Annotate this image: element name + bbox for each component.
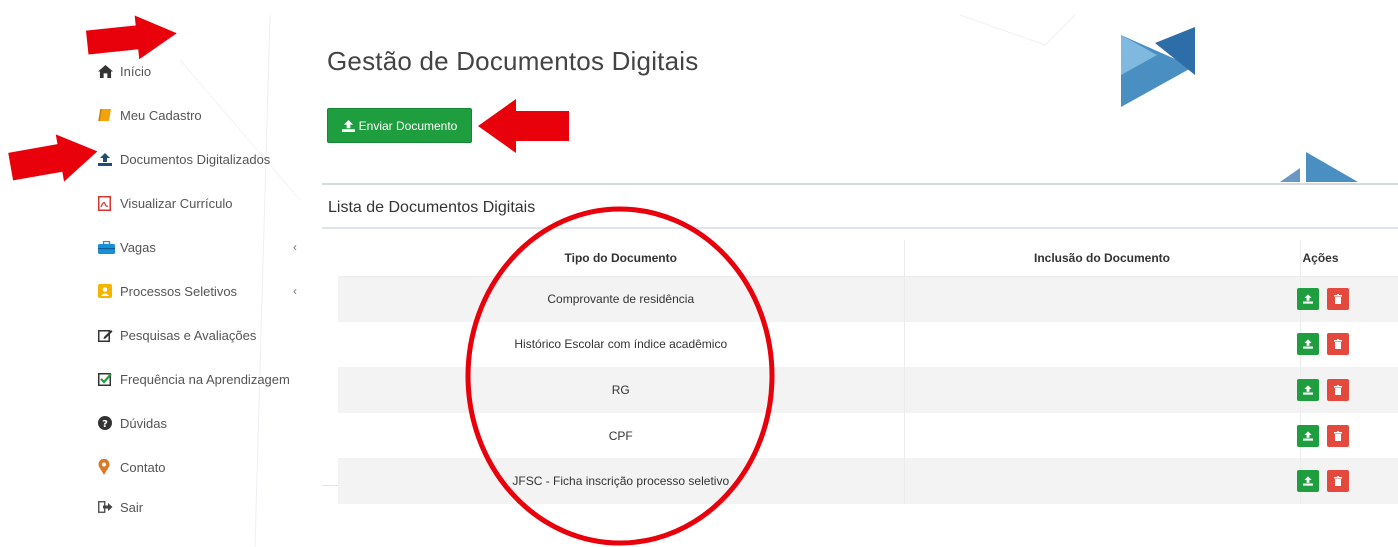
enviar-documento-button[interactable]: Enviar Documento — [327, 108, 472, 143]
download-button[interactable] — [1296, 333, 1319, 356]
sidebar-item-pesquisas-avaliacoes[interactable]: Pesquisas e Avaliações — [98, 323, 303, 347]
cell-inclusao — [904, 412, 1301, 459]
table-row: Histórico Escolar com índice acadêmico — [338, 321, 1398, 368]
annotation-arrow-inicio — [85, 15, 177, 60]
upload-icon — [98, 152, 120, 166]
enviar-documento-label: Enviar Documento — [358, 118, 458, 133]
chevron-left-icon: ‹ — [293, 240, 297, 254]
cell-tipo: JFSC - Ficha inscrição processo seletivo — [338, 458, 905, 504]
download-icon — [1302, 385, 1313, 395]
sidebar-item-label: Pesquisas e Avaliações — [120, 327, 257, 343]
badge-icon — [98, 284, 120, 298]
trash-icon — [1333, 294, 1342, 305]
table-row: Comprovante de residência — [338, 276, 1398, 322]
download-button[interactable] — [1296, 288, 1319, 311]
sidebar-item-frequencia[interactable]: Frequência na Aprendizagem — [98, 367, 303, 391]
download-icon — [1302, 430, 1313, 441]
sidebar-item-vagas[interactable]: Vagas ‹ — [98, 235, 303, 259]
trash-icon — [1333, 476, 1342, 487]
cell-tipo: CPF — [338, 412, 905, 459]
annotation-arrow-documentos — [8, 134, 98, 182]
table-row: RG — [338, 367, 1398, 413]
sidebar-item-label: Meu Cadastro — [120, 107, 202, 123]
column-header-tipo: Tipo do Documento — [338, 240, 905, 276]
sidebar-item-label: Processos Seletivos — [120, 283, 238, 299]
cell-tipo: RG — [338, 367, 905, 413]
home-icon — [98, 64, 120, 78]
column-header-inclusao: Inclusão do Documento — [904, 240, 1301, 276]
download-icon — [1302, 294, 1313, 304]
trash-icon — [1333, 339, 1342, 350]
cell-acoes — [1296, 458, 1398, 504]
table-row: CPF — [338, 412, 1398, 459]
upload-icon — [341, 119, 355, 132]
cell-inclusao — [904, 276, 1301, 322]
sidebar-item-label: Visualizar Currículo — [120, 195, 233, 211]
panel-title: Lista de Documentos Digitais — [328, 199, 536, 216]
pdf-file-icon — [98, 195, 120, 211]
edit-icon — [98, 328, 120, 342]
table-header-row: Tipo do Documento Inclusão do Documento … — [338, 240, 1398, 276]
sidebar-item-label: Início — [120, 63, 152, 79]
sidebar-item-sair[interactable]: Sair — [98, 495, 303, 519]
cell-inclusao — [904, 367, 1301, 413]
sidebar-item-label: Documentos Digitalizados — [120, 151, 271, 167]
delete-button[interactable] — [1326, 333, 1349, 356]
annotation-arrow-enviar — [478, 99, 569, 153]
panel-divider — [322, 227, 1398, 229]
cell-tipo: Histórico Escolar com índice acadêmico — [338, 321, 905, 368]
check-square-icon — [98, 372, 120, 386]
download-icon — [1302, 339, 1313, 350]
table-row: JFSC - Ficha inscrição processo seletivo — [338, 458, 1398, 504]
cell-acoes — [1296, 322, 1398, 368]
delete-button[interactable] — [1326, 288, 1349, 311]
documents-panel: Lista de Documentos Digitais Tipo do Doc… — [322, 183, 1398, 504]
trash-icon — [1333, 384, 1342, 395]
sidebar-item-visualizar-curriculo[interactable]: Visualizar Currículo — [98, 191, 303, 215]
book-icon — [98, 108, 120, 122]
sidebar-item-label: Vagas — [120, 239, 156, 255]
map-marker-icon — [98, 459, 120, 475]
cell-acoes — [1296, 276, 1398, 322]
page-title: Gestão de Documentos Digitais — [327, 46, 699, 76]
column-header-acoes-label: Ações — [1302, 250, 1339, 265]
delete-button[interactable] — [1326, 424, 1349, 447]
sidebar-item-processos-seletivos[interactable]: Processos Seletivos ‹ — [98, 279, 303, 303]
sidebar-item-contato[interactable]: Contato — [98, 455, 303, 479]
cell-inclusao — [904, 458, 1301, 504]
brand-logo — [1121, 27, 1195, 107]
sidebar-item-meu-cadastro[interactable]: Meu Cadastro — [98, 103, 303, 127]
sidebar-item-documentos-digitalizados[interactable]: Documentos Digitalizados — [98, 147, 303, 171]
cell-inclusao — [904, 321, 1301, 368]
delete-button[interactable] — [1326, 378, 1349, 401]
sidebar-item-duvidas[interactable]: ? Dúvidas — [98, 411, 303, 435]
download-icon — [1302, 476, 1313, 486]
column-header-acoes: Ações — [1300, 240, 1398, 276]
download-button[interactable] — [1296, 424, 1319, 447]
download-button[interactable] — [1296, 470, 1319, 493]
download-button[interactable] — [1296, 378, 1319, 401]
question-circle-icon: ? — [98, 416, 120, 430]
briefcase-icon — [98, 240, 120, 254]
delete-button[interactable] — [1326, 470, 1349, 493]
sidebar-item-label: Contato — [120, 459, 166, 475]
cell-acoes — [1296, 367, 1398, 413]
decor-triangles — [1280, 152, 1358, 182]
sidebar-item-inicio[interactable]: Início — [98, 59, 303, 83]
sidebar-item-label: Dúvidas — [120, 415, 167, 431]
sidebar-item-label: Sair — [120, 499, 144, 515]
svg-text:?: ? — [102, 419, 108, 430]
sign-out-icon — [98, 501, 120, 513]
documents-table: Tipo do Documento Inclusão do Documento … — [338, 240, 1398, 504]
chevron-left-icon: ‹ — [293, 284, 297, 298]
sidebar-item-label: Frequência na Aprendizagem — [120, 371, 290, 387]
trash-icon — [1333, 430, 1342, 441]
cell-acoes — [1296, 413, 1398, 459]
cell-tipo: Comprovante de residência — [338, 276, 905, 322]
